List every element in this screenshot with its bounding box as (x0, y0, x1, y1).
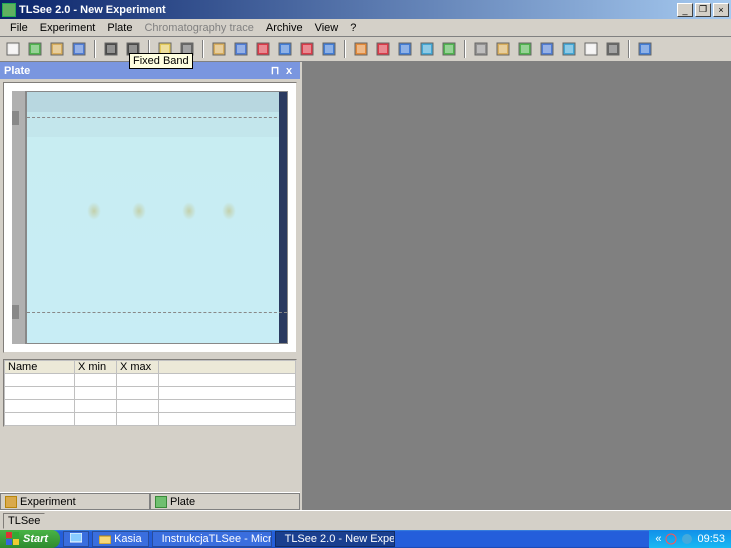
tooltip: Fixed Band (129, 53, 193, 69)
menu-view[interactable]: View (309, 21, 345, 35)
menu-file[interactable]: File (4, 21, 34, 35)
menu-archive[interactable]: Archive (260, 21, 309, 35)
tab-label: Experiment (20, 496, 76, 508)
ruler-icon[interactable] (472, 40, 490, 58)
page-icon[interactable] (582, 40, 600, 58)
menu-experiment[interactable]: Experiment (34, 21, 102, 35)
peak-up-icon[interactable] (374, 40, 392, 58)
folder-icon (5, 496, 17, 508)
task-label: InstrukcjaTLSee - Micros... (162, 533, 272, 545)
window-title: TLSee 2.0 - New Experiment (19, 4, 675, 16)
minimize-button[interactable]: _ (677, 3, 693, 17)
new-file-icon[interactable] (4, 40, 22, 58)
panel-title: Plate (4, 65, 30, 77)
separator (94, 40, 96, 58)
task-label: TLSee 2.0 - New Exper... (285, 533, 395, 545)
band-spot (222, 202, 236, 220)
taskbar-app[interactable]: TLSee 2.0 - New Exper... (275, 531, 395, 547)
lens-icon[interactable] (494, 40, 512, 58)
tray-icon[interactable] (681, 533, 693, 545)
undo-icon[interactable] (102, 40, 120, 58)
system-tray: « 09:53 (649, 530, 731, 548)
table-row[interactable] (5, 387, 296, 400)
start-button[interactable]: Start (0, 530, 60, 548)
chart-line-icon[interactable] (320, 40, 338, 58)
table-row[interactable] (5, 413, 296, 426)
menu-chromatography: Chromatography trace (138, 21, 259, 35)
restore-button[interactable]: ❐ (695, 3, 711, 17)
tab-experiment[interactable]: Experiment (0, 493, 150, 510)
peak-red-icon[interactable] (254, 40, 272, 58)
panel-tabs: Experiment Plate (0, 492, 300, 510)
table-row[interactable] (5, 374, 296, 387)
taskbar-doc[interactable]: W InstrukcjaTLSee - Micros... (152, 531, 272, 547)
peak-flag-icon[interactable] (396, 40, 414, 58)
task-label: Kasia (114, 533, 142, 545)
zoom-icon[interactable] (560, 40, 578, 58)
separator (464, 40, 466, 58)
band-spot (87, 202, 101, 220)
globe-icon[interactable] (516, 40, 534, 58)
status-text: TLSee (3, 513, 45, 529)
folder-icon (99, 534, 111, 544)
tab-plate[interactable]: Plate (150, 493, 300, 510)
band-spot (132, 202, 146, 220)
band-spot (182, 202, 196, 220)
chart2-icon[interactable] (636, 40, 654, 58)
tray-expand-icon[interactable]: « (655, 533, 661, 545)
title-bar: TLSee 2.0 - New Experiment _ ❐ × (0, 0, 731, 19)
app-icon (2, 3, 16, 17)
col-extra[interactable] (159, 361, 296, 374)
print-icon[interactable] (604, 40, 622, 58)
taskbar-folder[interactable]: Kasia (92, 531, 149, 547)
lane-icon[interactable] (232, 40, 250, 58)
col-xmin[interactable]: X min (75, 361, 117, 374)
delete-x-icon[interactable] (298, 40, 316, 58)
plate-image[interactable] (26, 91, 288, 344)
windows-logo-icon (6, 532, 20, 546)
refresh-icon[interactable] (440, 40, 458, 58)
bands-table: Name X min X max (3, 359, 297, 427)
status-bar: TLSee (0, 510, 731, 530)
ruler-clip-icon[interactable] (12, 111, 19, 125)
wand-icon[interactable] (210, 40, 228, 58)
target-icon[interactable] (418, 40, 436, 58)
menu-help[interactable]: ? (344, 21, 362, 35)
plate-view (3, 82, 297, 353)
col-xmax[interactable]: X max (117, 361, 159, 374)
panel-close-icon[interactable]: x (282, 65, 296, 77)
peak-blue-icon[interactable] (276, 40, 294, 58)
start-label: Start (23, 533, 48, 545)
taskbar: Start Kasia W InstrukcjaTLSee - Micros..… (0, 530, 731, 548)
clock[interactable]: 09:53 (697, 533, 725, 545)
arc-icon[interactable] (538, 40, 556, 58)
plate-panel: Plate ⊓ x (0, 62, 302, 510)
open-folder-icon[interactable] (48, 40, 66, 58)
toolbar (0, 37, 731, 62)
tray-icon[interactable] (665, 533, 677, 545)
export-icon[interactable] (26, 40, 44, 58)
separator (628, 40, 630, 58)
plate-ruler (12, 91, 26, 344)
quicklaunch-item[interactable] (63, 531, 89, 547)
workspace: Plate ⊓ x (0, 62, 731, 510)
col-name[interactable]: Name (5, 361, 75, 374)
ruler-clip-icon[interactable] (12, 305, 19, 319)
plate-icon (155, 496, 167, 508)
tab-label: Plate (170, 496, 195, 508)
save-icon[interactable] (70, 40, 88, 58)
menu-bar: File Experiment Plate Chromatography tra… (0, 19, 731, 37)
plate-edge (279, 92, 287, 343)
menu-plate[interactable]: Plate (101, 21, 138, 35)
separator (344, 40, 346, 58)
separator (202, 40, 204, 58)
close-button[interactable]: × (713, 3, 729, 17)
chart-bar-icon[interactable] (352, 40, 370, 58)
table-row[interactable] (5, 400, 296, 413)
pin-icon[interactable]: ⊓ (268, 64, 282, 77)
desktop-icon (70, 533, 82, 545)
